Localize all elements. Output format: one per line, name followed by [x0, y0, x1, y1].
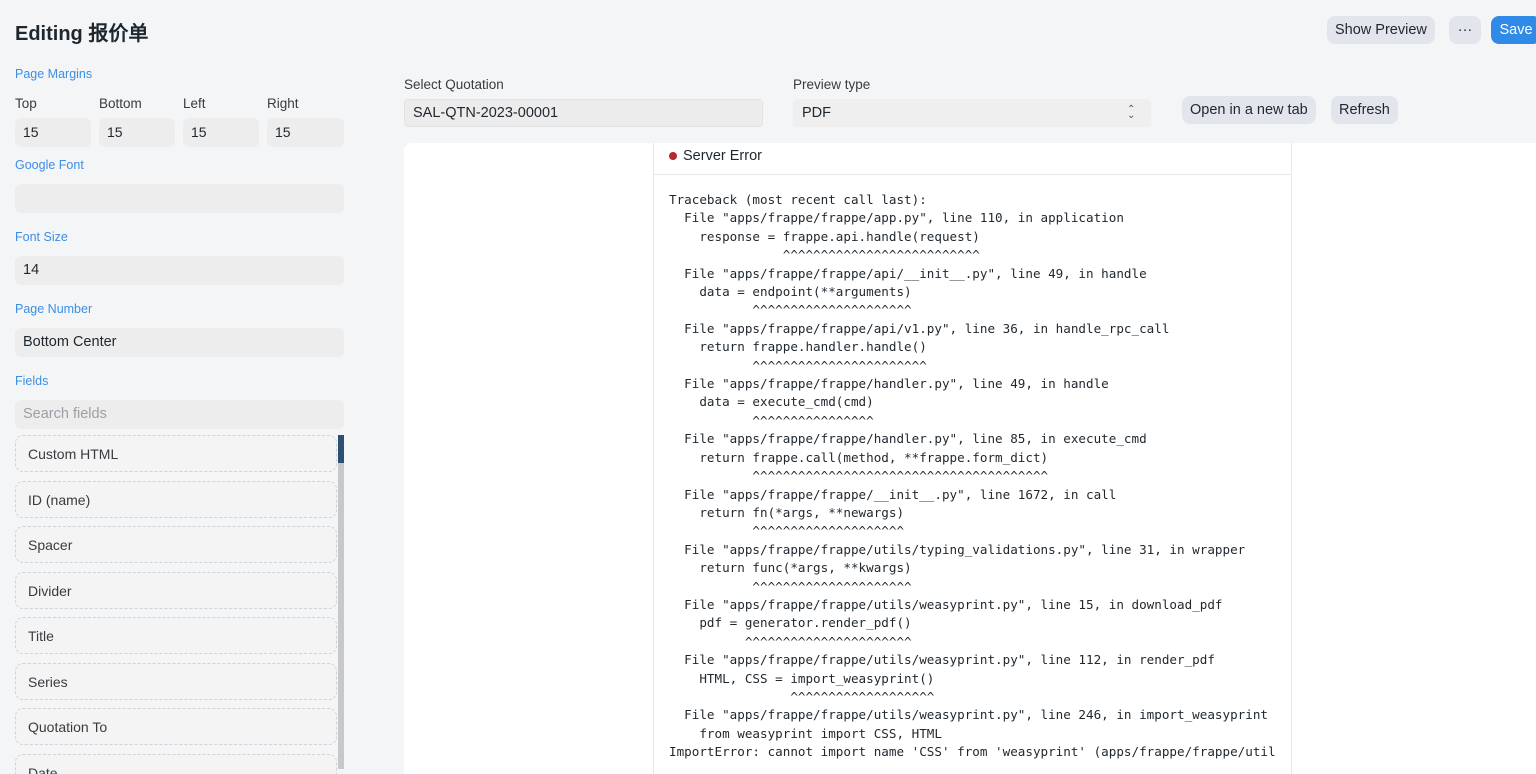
search-fields-input[interactable]: Search fields — [15, 400, 344, 429]
page-number-select[interactable]: Bottom Center — [15, 328, 344, 357]
google-font-input[interactable] — [15, 184, 344, 213]
margin-bottom-input[interactable]: 15 — [99, 118, 175, 147]
field-item-date[interactable]: Date — [15, 754, 337, 774]
save-button[interactable]: Save — [1491, 16, 1536, 44]
field-item-quotation-to[interactable]: Quotation To — [15, 708, 337, 745]
show-preview-button[interactable]: Show Preview — [1327, 16, 1435, 44]
page-margins-label: Page Margins — [15, 67, 93, 81]
refresh-button[interactable]: Refresh — [1331, 96, 1398, 124]
field-item-title[interactable]: Title — [15, 617, 337, 654]
margin-left-label: Left — [183, 96, 206, 111]
fields-scrollbar-thumb[interactable] — [338, 435, 344, 463]
select-quotation-label: Select Quotation — [404, 77, 504, 92]
google-font-label: Google Font — [15, 158, 84, 172]
preview-type-label: Preview type — [793, 77, 871, 92]
field-item-divider[interactable]: Divider — [15, 572, 337, 609]
margin-top-label: Top — [15, 96, 37, 111]
traceback-text: Traceback (most recent call last): File … — [669, 192, 1276, 760]
field-item-spacer[interactable]: Spacer — [15, 526, 337, 563]
fields-scrollbar[interactable] — [338, 435, 344, 769]
error-status-icon — [669, 152, 677, 160]
margin-left-input[interactable]: 15 — [183, 118, 259, 147]
error-title: Server Error — [683, 148, 762, 164]
page-number-label: Page Number — [15, 302, 93, 316]
fields-list: Custom HTML ID (name) Spacer Divider Tit… — [15, 435, 345, 774]
field-item-custom-html[interactable]: Custom HTML — [15, 435, 337, 472]
margin-top-input[interactable]: 15 — [15, 118, 91, 147]
select-quotation-input[interactable]: SAL-QTN-2023-00001 — [404, 99, 763, 127]
page-title: Editing 报价单 — [15, 23, 149, 45]
preview-type-select[interactable]: PDF — [793, 99, 1151, 127]
margin-right-label: Right — [267, 96, 299, 111]
open-new-tab-button[interactable]: Open in a new tab — [1182, 96, 1316, 124]
fields-label: Fields — [15, 374, 49, 388]
field-item-id-name[interactable]: ID (name) — [15, 481, 337, 518]
margin-right-input[interactable]: 15 — [267, 118, 344, 147]
margin-bottom-label: Bottom — [99, 96, 142, 111]
chevron-up-down-icon: ⌃ ⌄ — [1127, 104, 1136, 121]
error-panel: Server Error Traceback (most recent call… — [653, 143, 1292, 774]
font-size-label: Font Size — [15, 230, 68, 244]
error-header: Server Error — [654, 143, 1291, 175]
font-size-input[interactable]: 14 — [15, 256, 344, 285]
more-options-button[interactable]: ··· — [1449, 16, 1481, 44]
field-item-series[interactable]: Series — [15, 663, 337, 700]
